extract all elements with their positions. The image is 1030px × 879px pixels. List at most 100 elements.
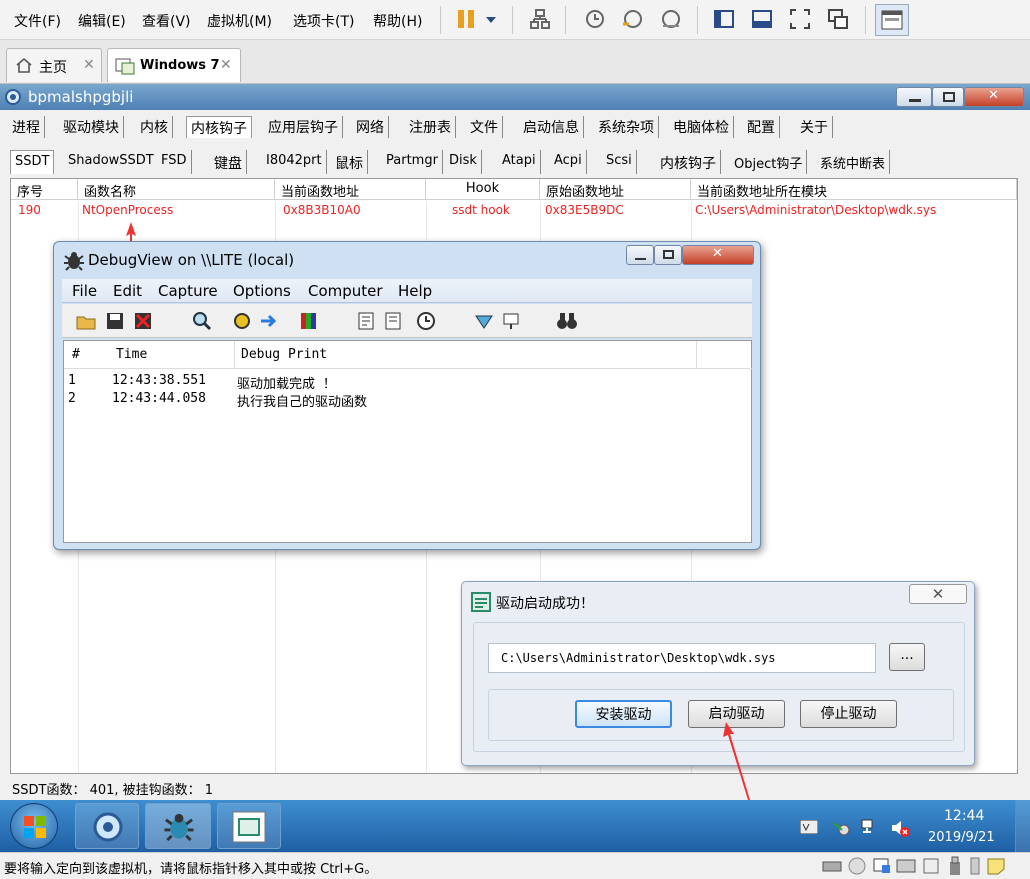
console-view-icon[interactable] bbox=[751, 8, 773, 30]
tab-i8042prt[interactable]: I8042prt bbox=[262, 150, 327, 174]
col-header-original-address[interactable]: 原始函数地址 bbox=[540, 179, 691, 200]
close-icon[interactable]: ✕ bbox=[220, 57, 232, 73]
minimize-button[interactable] bbox=[896, 87, 932, 107]
close-icon[interactable]: ✕ bbox=[83, 57, 95, 73]
find-icon[interactable] bbox=[192, 311, 212, 331]
menu-tabs[interactable]: 选项卡(T) bbox=[293, 11, 354, 31]
highlight-icon[interactable] bbox=[299, 311, 319, 331]
pause-icon[interactable] bbox=[455, 8, 477, 30]
col-header-hook[interactable]: Hook bbox=[426, 179, 540, 200]
save-icon[interactable] bbox=[105, 311, 125, 331]
tab-interrupt-table[interactable]: 系统中断表 bbox=[816, 150, 891, 174]
autoscroll-icon[interactable] bbox=[259, 311, 279, 331]
network-icon[interactable] bbox=[529, 8, 551, 30]
tab-object-hooks[interactable]: Object钩子 bbox=[730, 150, 808, 174]
menu-help[interactable]: Help bbox=[398, 282, 432, 300]
snapshot-manager-icon[interactable] bbox=[659, 8, 681, 30]
col-header-function[interactable]: 函数名称 bbox=[78, 179, 275, 200]
col-header-module[interactable]: 当前函数地址所在模块 bbox=[691, 179, 1017, 200]
debug-row[interactable]: 2 12:43:44.058 执行我自己的驱动函数 bbox=[64, 391, 753, 410]
unity-icon[interactable] bbox=[827, 8, 849, 30]
tab-disk[interactable]: Disk bbox=[445, 150, 482, 174]
sound-card-icon[interactable] bbox=[896, 857, 916, 875]
tab-shadow-ssdt[interactable]: ShadowSSDT bbox=[64, 150, 159, 174]
tab-kernel-hooks[interactable]: 内核钩子 bbox=[186, 116, 252, 138]
tab-startup[interactable]: 启动信息 bbox=[519, 116, 584, 138]
menu-view[interactable]: 查看(V) bbox=[142, 11, 191, 31]
tab-kernel[interactable]: 内核 bbox=[136, 116, 173, 138]
message-icon[interactable] bbox=[986, 857, 1006, 875]
hard-disk-icon[interactable] bbox=[822, 858, 842, 874]
capture-kernel-icon[interactable] bbox=[474, 311, 494, 331]
usb-tray-icon[interactable] bbox=[832, 820, 850, 836]
tab-windows7[interactable]: Windows 7 ✕ bbox=[107, 48, 241, 82]
tab-file[interactable]: 文件 bbox=[466, 116, 503, 138]
tab-driver-modules[interactable]: 驱动模块 bbox=[59, 116, 124, 138]
snapshot-icon[interactable] bbox=[583, 8, 605, 30]
col-header-debug-print[interactable]: Debug Print bbox=[241, 347, 327, 362]
menu-edit[interactable]: 编辑(E) bbox=[78, 11, 126, 31]
tab-ssdt[interactable]: SSDT bbox=[10, 150, 55, 174]
clock-icon[interactable] bbox=[416, 311, 436, 331]
vmware-tray-icon[interactable] bbox=[800, 820, 818, 834]
fullscreen-icon[interactable] bbox=[789, 8, 811, 30]
open-icon[interactable] bbox=[76, 311, 96, 331]
tab-process[interactable]: 进程 bbox=[8, 116, 45, 138]
tab-app-hooks[interactable]: 应用层钩子 bbox=[264, 116, 343, 138]
taskbar-item-driver-loader[interactable] bbox=[217, 803, 281, 849]
binoculars-icon[interactable] bbox=[556, 311, 578, 331]
stop-driver-button[interactable]: 停止驱动 bbox=[800, 700, 897, 728]
close-button[interactable]: ✕ bbox=[682, 245, 754, 265]
tab-system-misc[interactable]: 系统杂项 bbox=[594, 116, 659, 138]
menu-options[interactable]: Options bbox=[233, 282, 291, 300]
col-header-number[interactable]: # bbox=[72, 347, 80, 362]
revert-snapshot-icon[interactable] bbox=[621, 8, 643, 30]
library-button[interactable] bbox=[875, 4, 909, 36]
sidebar-view-icon[interactable] bbox=[713, 8, 735, 30]
install-driver-button[interactable]: 安装驱动 bbox=[575, 700, 672, 728]
tab-pc-check[interactable]: 电脑体检 bbox=[669, 116, 734, 138]
browse-button[interactable]: ... bbox=[889, 643, 925, 671]
capture-icon[interactable] bbox=[232, 311, 252, 331]
maximize-button[interactable] bbox=[654, 245, 682, 265]
printer-icon[interactable] bbox=[922, 857, 940, 875]
menu-vm[interactable]: 虚拟机(M) bbox=[207, 11, 272, 31]
chevron-down-icon[interactable] bbox=[483, 8, 499, 30]
menu-help[interactable]: 帮助(H) bbox=[373, 11, 422, 31]
cd-icon[interactable] bbox=[848, 857, 866, 875]
taskbar-item-pchunter[interactable] bbox=[75, 803, 139, 849]
menu-file[interactable]: 文件(F) bbox=[14, 11, 61, 31]
usb-device-icon[interactable] bbox=[948, 856, 962, 876]
menu-edit[interactable]: Edit bbox=[113, 282, 142, 300]
close-button[interactable]: ✕ bbox=[964, 87, 1024, 107]
close-button[interactable]: ✕ bbox=[909, 584, 967, 604]
tab-home[interactable]: 主页 ✕ bbox=[6, 48, 102, 82]
maximize-button[interactable] bbox=[932, 87, 964, 107]
menu-file[interactable]: File bbox=[72, 282, 97, 300]
tab-kernel-hook-sub[interactable]: 内核钩子 bbox=[656, 150, 721, 174]
menu-computer[interactable]: Computer bbox=[308, 282, 383, 300]
tab-registry[interactable]: 注册表 bbox=[405, 116, 456, 138]
table-row[interactable]: 190 NtOpenProcess 0x8B3B10A0 ssdt hook 0… bbox=[11, 201, 1017, 221]
driver-path-field[interactable]: C:\Users\Administrator\Desktop\wdk.sys bbox=[488, 643, 876, 673]
menu-capture[interactable]: Capture bbox=[158, 282, 218, 300]
tab-partmgr[interactable]: Partmgr bbox=[382, 150, 443, 174]
tab-network[interactable]: 网络 bbox=[352, 116, 389, 138]
tab-fsd[interactable]: FSD bbox=[157, 150, 192, 174]
tab-config[interactable]: 配置 bbox=[743, 116, 780, 138]
tab-mouse[interactable]: 鼠标 bbox=[331, 150, 368, 174]
tab-about[interactable]: 关于 bbox=[796, 116, 833, 138]
history-icon[interactable] bbox=[384, 311, 404, 331]
col-header-time[interactable]: Time bbox=[116, 347, 147, 362]
capture-win32-icon[interactable] bbox=[501, 311, 521, 331]
minimize-button[interactable] bbox=[626, 245, 654, 265]
volume-muted-icon[interactable] bbox=[890, 818, 912, 838]
tab-keyboard[interactable]: 键盘 bbox=[210, 150, 247, 174]
debug-row[interactable]: 1 12:43:38.551 驱动加载完成 ！ bbox=[64, 373, 753, 392]
start-button[interactable] bbox=[10, 803, 58, 849]
clear-icon[interactable] bbox=[133, 311, 153, 331]
col-header-current-address[interactable]: 当前函数地址 bbox=[275, 179, 426, 200]
network-tray-icon[interactable] bbox=[860, 818, 880, 836]
tab-atapi[interactable]: Atapi bbox=[498, 150, 541, 174]
tab-scsi[interactable]: Scsi bbox=[602, 150, 637, 174]
